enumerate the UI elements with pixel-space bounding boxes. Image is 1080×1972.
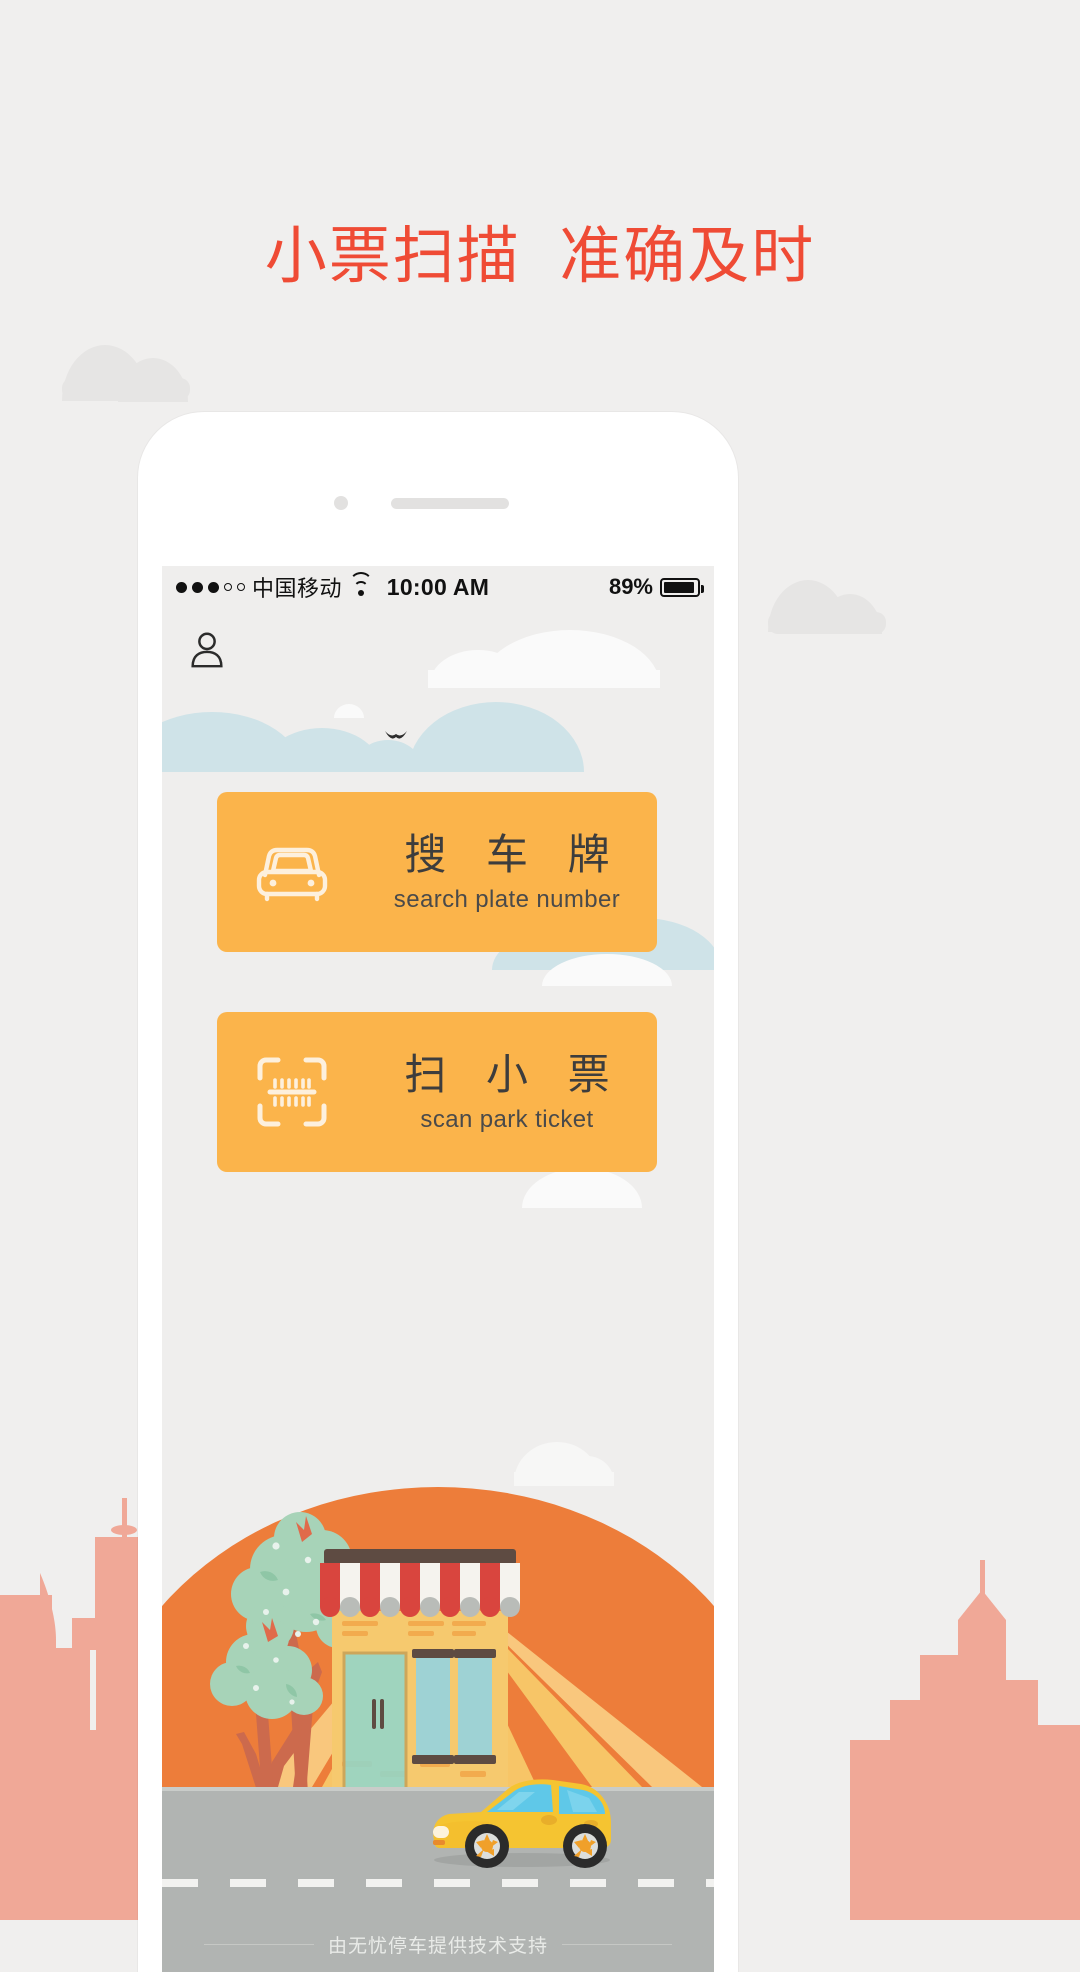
scan-ticket-button[interactable]: 扫 小 票 scan park ticket — [217, 1012, 657, 1172]
front-camera-icon — [334, 496, 348, 510]
card-title-en: scan park ticket — [420, 1105, 594, 1133]
earpiece-speaker — [391, 498, 509, 509]
cloud-icon — [522, 1168, 642, 1208]
storefront-icon — [320, 1549, 520, 1797]
page-title: 小票扫描 准确及时 — [264, 222, 816, 291]
app-home-screen: 搜 车 牌 search plate number 扫 小 票 scan par… — [162, 608, 714, 1972]
card-title-en: search plate number — [393, 885, 621, 913]
scene-illustration: 由无忧停车提供技术支持 — [162, 1332, 714, 1972]
carrier-label: 中国移动 — [252, 576, 343, 601]
cloud-icon — [428, 670, 660, 688]
card-icon-wrap — [217, 839, 367, 905]
sky-hill — [408, 702, 584, 772]
footer-text: 由无忧停车提供技术支持 — [327, 1936, 548, 1957]
cloud-icon — [334, 704, 364, 718]
cloud-icon — [62, 378, 190, 400]
card-icon-wrap — [217, 1054, 367, 1130]
footer-divider-left — [203, 1944, 314, 1945]
tree-icon — [210, 1617, 323, 1794]
bird-icon — [385, 731, 407, 739]
card-title-cn: 扫 小 票 — [404, 1051, 624, 1099]
status-bar: 中国移动 10:00 AM 89% — [162, 566, 714, 608]
footer-credit: 由无忧停车提供技术支持 — [162, 1931, 714, 1958]
car-icon — [256, 847, 328, 902]
card-text-wrap: 扫 小 票 scan park ticket — [367, 1050, 657, 1134]
yellow-car-icon — [433, 1779, 611, 1868]
phone-mockup: 中国移动 10:00 AM 89% 搜 车 牌 search plate num… — [138, 412, 738, 1972]
cloud-icon — [768, 612, 886, 634]
battery-percent-label: 89% — [608, 574, 653, 599]
battery-icon — [660, 577, 704, 597]
card-title-cn: 搜 车 牌 — [404, 831, 624, 879]
user-icon[interactable] — [186, 628, 228, 670]
status-bar-right: 89% — [608, 574, 704, 600]
signal-strength-icon — [176, 581, 245, 593]
wifi-icon — [349, 571, 374, 596]
footer-divider-right — [562, 1944, 672, 1945]
search-plate-button[interactable]: 搜 车 牌 search plate number — [217, 792, 657, 952]
barcode-scan-icon — [257, 1057, 327, 1127]
card-text-wrap: 搜 车 牌 search plate number — [367, 830, 657, 914]
phone-screen: 中国移动 10:00 AM 89% 搜 车 牌 search plate num… — [162, 566, 714, 1972]
road-dashes — [162, 1879, 714, 1887]
city-skyline-right — [850, 1560, 1080, 1920]
cloud-icon — [514, 1472, 614, 1486]
status-bar-left: 中国移动 — [176, 571, 374, 603]
